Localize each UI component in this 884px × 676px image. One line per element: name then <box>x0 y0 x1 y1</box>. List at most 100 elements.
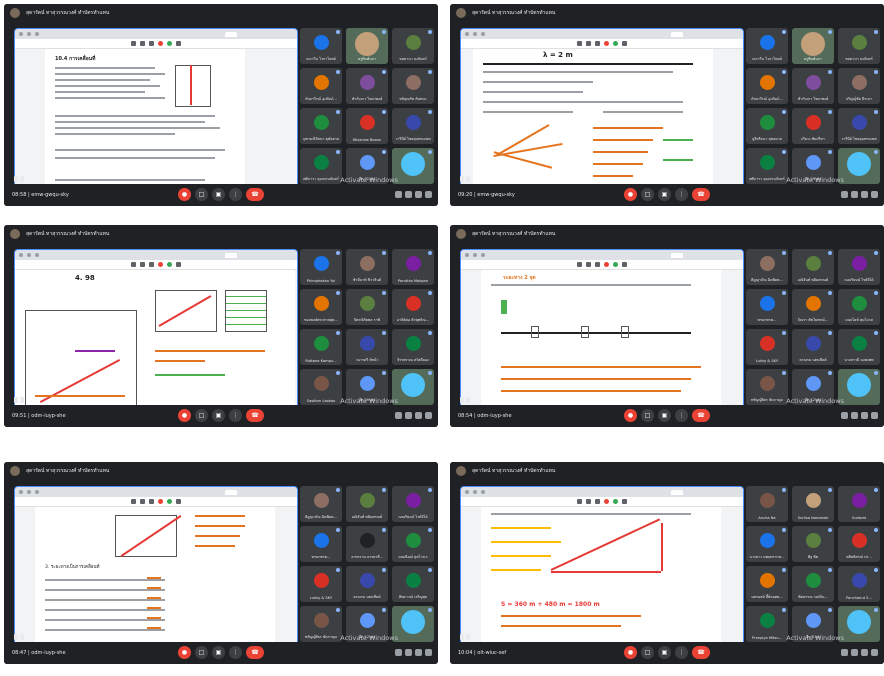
leave-call-icon[interactable]: ☎ <box>692 646 710 659</box>
browser-tab[interactable]: ​ <box>671 489 683 495</box>
leave-call-icon[interactable]: ☎ <box>246 409 264 422</box>
participant-tile[interactable]: พิมตรรณ รงต์จัน... <box>792 566 834 602</box>
participant-tile[interactable]: อาจิต์ต่อ ตัวพุทธิณ... <box>392 289 434 325</box>
present-icon[interactable]: ▣ <box>212 188 225 201</box>
participant-tile[interactable]: กัลยาวีรณ์ อุปถัมภ์... <box>746 68 788 104</box>
present-icon[interactable]: ▣ <box>658 409 671 422</box>
highlighter-icon[interactable] <box>586 262 591 267</box>
people-icon[interactable] <box>405 412 412 419</box>
participant-tile[interactable]: วนารดรี ต์ชน้า <box>346 329 388 365</box>
participant-tile[interactable]: ทำกับเกว ไชยาพงษ์ <box>346 68 388 104</box>
info-icon[interactable] <box>841 649 848 656</box>
activities-icon[interactable] <box>425 412 432 419</box>
undo-icon[interactable] <box>176 499 181 504</box>
forward-icon[interactable] <box>27 490 31 494</box>
participant-tile[interactable]: ศิฎญาภัณ ฉิดพิดต... <box>300 486 342 522</box>
info-icon[interactable] <box>395 191 402 198</box>
undo-icon[interactable] <box>622 262 627 267</box>
activities-icon[interactable] <box>425 191 432 198</box>
green-color-icon[interactable] <box>167 262 172 267</box>
highlighter-icon[interactable] <box>140 41 145 46</box>
participant-tile[interactable]: ธรณรม นตนชีดต์ <box>346 566 388 602</box>
pen-icon[interactable] <box>577 499 582 504</box>
participant-tile[interactable]: วารีนีย์ ไชยสุนทรมเขต <box>838 108 880 144</box>
info-icon[interactable] <box>395 649 402 656</box>
back-icon[interactable] <box>19 253 23 257</box>
participant-tile[interactable] <box>838 369 880 405</box>
leave-call-icon[interactable]: ☎ <box>692 409 710 422</box>
back-icon[interactable] <box>465 32 469 36</box>
camera-icon[interactable]: □ <box>195 409 208 422</box>
info-icon[interactable] <box>841 191 848 198</box>
participant-tile[interactable]: พิฐ พิต <box>792 526 834 562</box>
refresh-icon[interactable] <box>35 490 39 494</box>
green-color-icon[interactable] <box>613 41 618 46</box>
participant-tile[interactable]: พสิษติสรณ์ ปร... <box>838 526 880 562</box>
presentation-view[interactable]: ​ ระยะทาง 2 จุด <box>460 249 744 414</box>
participant-tile[interactable]: Ruttana Kampu... <box>300 329 342 365</box>
undo-icon[interactable] <box>622 41 627 46</box>
participant-tile[interactable]: นูรีตรีมนา สุขลดาม <box>746 108 788 144</box>
participant-tile[interactable]: สิทธาวณ์ เจริญสุข <box>392 566 434 602</box>
more-options-icon[interactable]: ⋮ <box>675 409 688 422</box>
participant-tile[interactable]: ศศิภารา ลุมเหรนจันทร์ <box>300 148 342 184</box>
pen-icon[interactable] <box>577 41 582 46</box>
participant-tile[interactable]: Ancha Na <box>746 486 788 522</box>
participant-tile[interactable]: ธรณรม นตนชีดต์ <box>792 329 834 365</box>
more-options-icon[interactable]: ⋮ <box>229 646 242 659</box>
red-color-icon[interactable] <box>158 262 163 267</box>
activities-icon[interactable] <box>871 412 878 419</box>
pin-icon[interactable] <box>460 397 470 404</box>
green-color-icon[interactable] <box>613 499 618 504</box>
participant-tile[interactable]: ทองพงษ์พระทาสสุต... <box>300 289 342 325</box>
highlighter-icon[interactable] <box>586 41 591 46</box>
participant-tile[interactable]: อณิจันท์ พลิมศรณต์ <box>792 249 834 285</box>
participant-tile[interactable]: ชลดานา ธงจันทร์ <box>838 28 880 64</box>
red-color-icon[interactable] <box>604 41 609 46</box>
pin-icon[interactable] <box>460 634 470 641</box>
red-color-icon[interactable] <box>604 262 609 267</box>
eraser-icon[interactable] <box>595 41 600 46</box>
participant-tile[interactable]: ทรัญญ์ศิยร ขัดกาญจ <box>300 606 342 642</box>
green-color-icon[interactable] <box>167 41 172 46</box>
back-icon[interactable] <box>19 490 23 494</box>
mic-off-icon[interactable]: ● <box>624 646 637 659</box>
green-color-icon[interactable] <box>167 499 172 504</box>
participant-tile[interactable] <box>392 606 434 642</box>
pin-icon[interactable] <box>14 634 24 641</box>
highlighter-icon[interactable] <box>140 499 145 504</box>
mic-off-icon[interactable]: ● <box>624 188 637 201</box>
eraser-icon[interactable] <box>595 499 600 504</box>
participant-tile[interactable]: วารีนีย์ ไชยสุนทรมเขต <box>392 108 434 144</box>
presentation-view[interactable]: ​ 4. 98 <box>14 249 298 414</box>
participant-tile[interactable]: ทรมกทรต... <box>746 289 788 325</box>
camera-icon[interactable]: □ <box>641 188 654 201</box>
people-icon[interactable] <box>405 191 412 198</box>
participant-tile[interactable] <box>392 369 434 405</box>
participant-tile[interactable]: Pornthia Makpan <box>392 249 434 285</box>
participant-tile[interactable]: จิตรณิรัตพล ราชิ <box>346 289 388 325</box>
present-icon[interactable]: ▣ <box>658 188 671 201</box>
pen-icon[interactable] <box>131 41 136 46</box>
activities-icon[interactable] <box>871 191 878 198</box>
participant-tile[interactable]: Lukky & SKY <box>300 566 342 602</box>
people-icon[interactable] <box>405 649 412 656</box>
participant-tile[interactable]: อาทรราม ธรรดรสี... <box>346 526 388 562</box>
chat-icon[interactable] <box>861 412 868 419</box>
participant-tile[interactable]: ชนิตุณรัช ตันทนะ <box>392 68 434 104</box>
present-icon[interactable]: ▣ <box>212 409 225 422</box>
eraser-icon[interactable] <box>149 41 154 46</box>
participant-tile[interactable]: ทรมกทรต... <box>300 526 342 562</box>
participant-tile[interactable]: จิรรพรวณ สวัสดีลอง <box>392 329 434 365</box>
activities-icon[interactable] <box>425 649 432 656</box>
participant-tile[interactable]: ชลดานา ธงจันทร์ <box>392 28 434 64</box>
undo-icon[interactable] <box>622 499 627 504</box>
participant-tile[interactable] <box>838 148 880 184</box>
participant-tile[interactable]: จิณรา ตัชโยพรณ์... <box>792 289 834 325</box>
browser-tab[interactable]: ​ <box>225 489 237 495</box>
participant-tile[interactable]: ศศิภารา ลุมเหรนจันทร์ <box>746 148 788 184</box>
present-icon[interactable]: ▣ <box>212 646 225 659</box>
participant-tile[interactable] <box>838 606 880 642</box>
participant-tile[interactable]: Suriisa Namanak <box>792 486 834 522</box>
participant-tile[interactable]: จุฑามณีรัตนา ตุฬอตาม <box>300 108 342 144</box>
